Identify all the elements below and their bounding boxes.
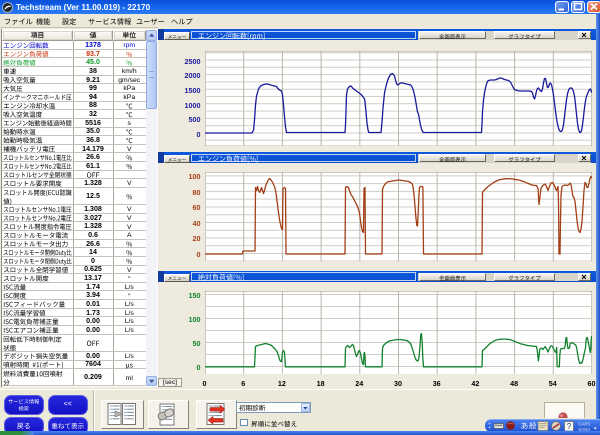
svg-text:?: ? [566,422,571,431]
svg-text:CAPS: CAPS [578,421,590,426]
